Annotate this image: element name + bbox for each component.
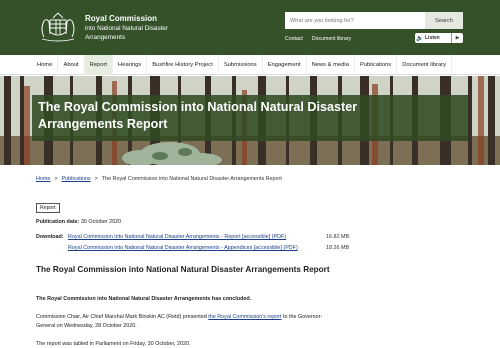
nav-item-submissions[interactable]: Submissions [219, 55, 263, 75]
section-heading: The Royal Commission into National Natur… [36, 265, 330, 274]
download-appendices-link[interactable]: Royal Commission into National Natural D… [68, 245, 298, 251]
publication-date-value: 30 October 2020 [80, 219, 122, 225]
tabled-paragraph: The report was tabled in Parliament on F… [36, 341, 191, 347]
publication-date: Publication date: 30 October 2020 [36, 219, 121, 225]
nav-item-home[interactable]: Home [32, 55, 59, 75]
nav-item-about[interactable]: About [58, 55, 85, 75]
main-nav: Home About Report Hearings Bushfire Hist… [0, 55, 500, 75]
breadcrumb-separator: > [54, 176, 58, 182]
breadcrumb: Home > Publications > The Royal Commission i… [36, 176, 282, 182]
brand[interactable]: Royal Commission into National Natural D… [85, 13, 168, 42]
page-title: The Royal Commission into National Natur… [32, 95, 468, 141]
presented-text-start: Commission Chair, Air Chief Marshal Mark… [36, 314, 209, 320]
concluded-paragraph: The Royal Commission into National Natur… [36, 296, 252, 302]
breadcrumb-separator: > [94, 176, 98, 182]
breadcrumb-home[interactable]: Home [36, 176, 50, 182]
nav-item-engagement[interactable]: Engagement [263, 55, 307, 75]
nav-item-document-library[interactable]: Document library [397, 55, 453, 75]
play-icon[interactable]: ▶ [451, 33, 463, 43]
document-library-link[interactable]: Document library [312, 36, 351, 42]
download-report-size: 16.82 MB [326, 234, 350, 240]
nav-item-hearings[interactable]: Hearings [113, 55, 148, 75]
contact-link[interactable]: Contact [285, 36, 303, 42]
nav-item-report[interactable]: Report [84, 55, 114, 75]
search-bar: Search [285, 12, 463, 29]
page-title-line2: Arrangements Report [38, 117, 168, 131]
listen-widget[interactable]: 🔈 Listen ▶ [415, 33, 463, 43]
download-appendices-size: 18.26 MB [326, 245, 350, 251]
page-title-line1: The Royal Commission into National Natur… [38, 100, 358, 114]
search-button[interactable]: Search [425, 12, 463, 29]
utility-links: Contact Document library [285, 36, 351, 42]
nav-item-publications[interactable]: Publications [355, 55, 398, 75]
site-header: Royal Commission into National Natural D… [0, 0, 500, 55]
speaker-icon: 🔈 [416, 35, 424, 42]
listen-label: Listen [425, 35, 440, 41]
royal-commission-report-link[interactable]: the Royal Commission's report [208, 314, 281, 320]
brand-subtitle-line2: Arrangements [85, 34, 126, 41]
publication-date-label: Publication date: [36, 219, 80, 225]
presented-paragraph: Commission Chair, Air Chief Marshal Mark… [36, 313, 336, 330]
download-label: Download: [36, 234, 64, 240]
nav-item-bushfire-history-project[interactable]: Bushfire History Project [147, 55, 219, 75]
coat-of-arms-icon [41, 12, 75, 42]
content-type-badge[interactable]: Report [36, 203, 60, 213]
breadcrumb-publications[interactable]: Publications [62, 176, 91, 182]
search-input[interactable] [285, 12, 425, 29]
nav-item-news-media[interactable]: News & media [307, 55, 355, 75]
breadcrumb-current: The Royal Commission into National Natur… [101, 176, 282, 182]
brand-subtitle-line1: into National Natural Disaster [85, 25, 169, 32]
brand-title: Royal Commission [85, 14, 158, 23]
download-report-link[interactable]: Royal Commission into National Natural D… [68, 234, 286, 240]
